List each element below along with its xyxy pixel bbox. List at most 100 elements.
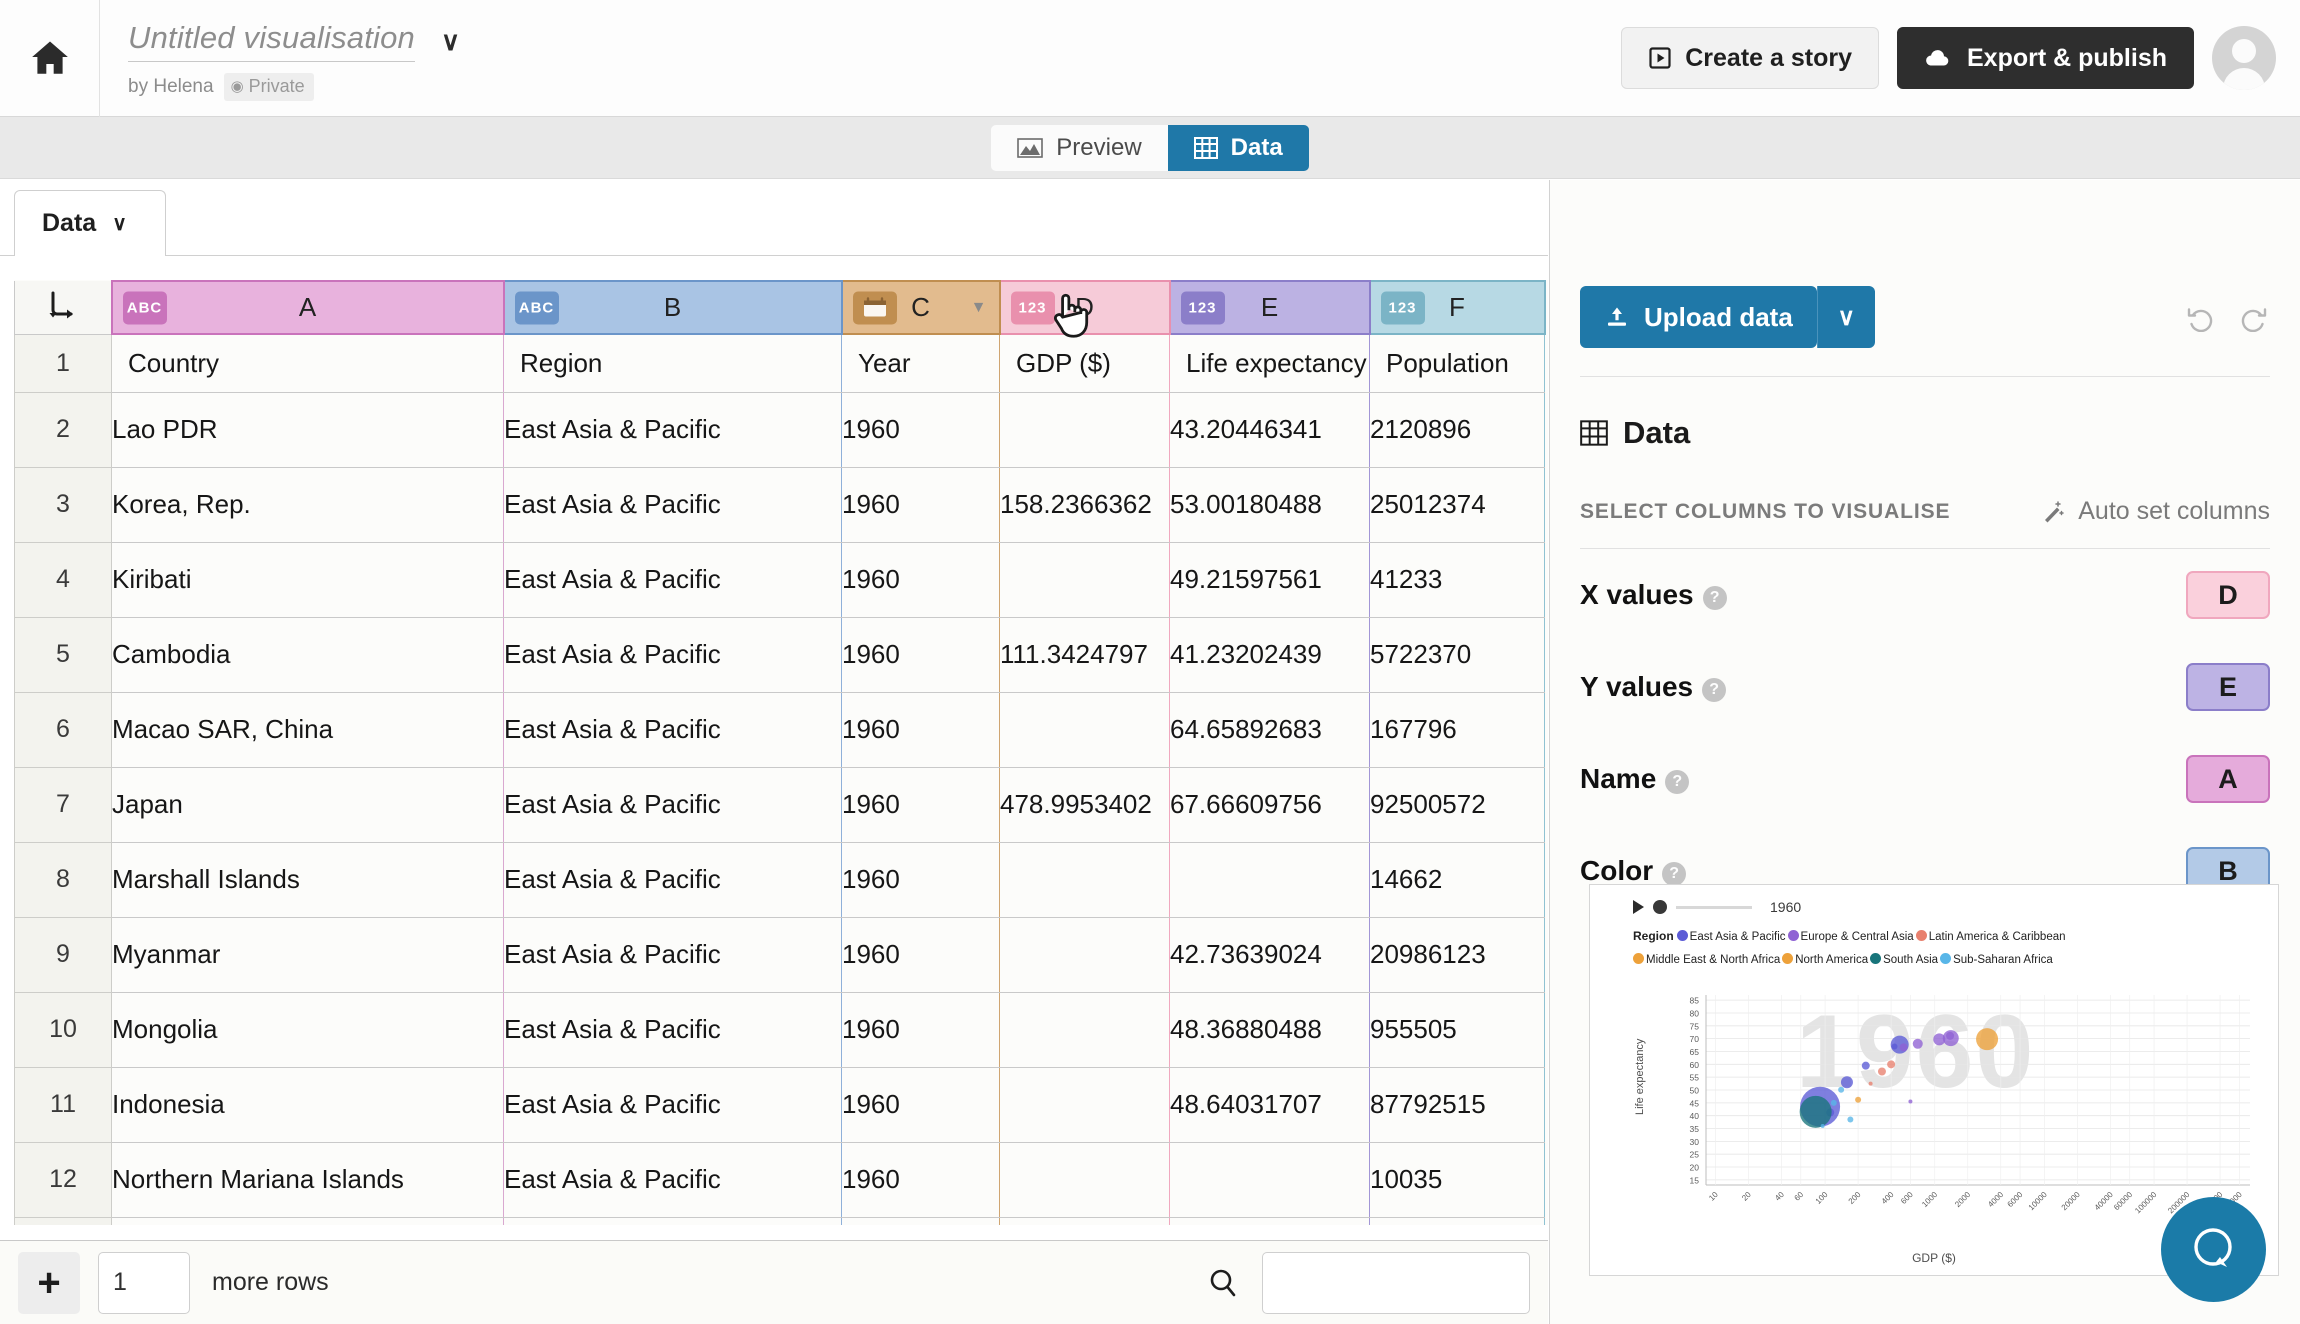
table-cell[interactable]: 3075605 <box>1369 1217 1545 1225</box>
play-icon[interactable] <box>1633 900 1644 914</box>
table-cell[interactable]: Hong Kong SAR, China <box>111 1217 504 1225</box>
table-cell[interactable]: 87792515 <box>1369 1067 1545 1143</box>
table-cell[interactable]: Japan <box>111 767 504 843</box>
scatter-point[interactable] <box>1820 1123 1825 1128</box>
title-menu-caret-icon[interactable]: ∨ <box>441 28 460 54</box>
table-cell[interactable]: East Asia & Pacific <box>503 392 842 468</box>
sheet-tab-data[interactable]: Data ∨ <box>14 190 166 256</box>
row-number[interactable]: 1 <box>14 333 112 393</box>
table-cell[interactable] <box>999 992 1170 1068</box>
table-cell[interactable]: 1960 <box>841 467 1000 543</box>
table-cell[interactable]: Kiribati <box>111 542 504 618</box>
add-rows-button[interactable]: + <box>18 1251 80 1314</box>
table-cell[interactable]: 1960 <box>841 1217 1000 1225</box>
row-number[interactable]: 3 <box>14 466 112 543</box>
undo-icon[interactable] <box>2184 302 2216 332</box>
table-cell[interactable]: 66.96168293 <box>1169 1217 1370 1225</box>
scatter-point[interactable] <box>1861 1061 1870 1070</box>
table-cell[interactable] <box>999 1067 1170 1143</box>
column-header-e[interactable]: 123 E <box>1168 280 1371 335</box>
column-name-cell[interactable]: Country <box>111 334 504 393</box>
column-name-cell[interactable]: Year <box>841 334 1000 393</box>
table-cell[interactable]: 478.9953402 <box>999 767 1170 843</box>
table-cell[interactable]: East Asia & Pacific <box>503 1067 842 1143</box>
table-cell[interactable]: East Asia & Pacific <box>503 1142 842 1218</box>
column-name-cell[interactable]: Population <box>1369 334 1545 393</box>
question-icon[interactable]: ? <box>1665 770 1690 794</box>
table-cell[interactable]: 1960 <box>841 617 1000 693</box>
table-cell[interactable]: 1960 <box>841 992 1000 1068</box>
create-story-button[interactable]: Create a story <box>1621 27 1879 89</box>
table-cell[interactable]: East Asia & Pacific <box>503 1217 842 1225</box>
spreadsheet[interactable]: ABC A ABC B C ▼ 123 D 123 E 123 F 1 Country Region Year… <box>14 280 1548 1225</box>
row-number[interactable]: 10 <box>14 991 112 1068</box>
table-cell[interactable]: Northern Mariana Islands <box>111 1142 504 1218</box>
table-cell[interactable]: Myanmar <box>111 917 504 993</box>
table-cell[interactable]: 41.23202439 <box>1169 617 1370 693</box>
table-cell[interactable]: 1960 <box>841 842 1000 918</box>
row-number[interactable]: 8 <box>14 841 112 918</box>
column-header-c[interactable]: C ▼ <box>840 280 1001 335</box>
legend-item[interactable]: South Asia <box>1870 953 1938 966</box>
table-cell[interactable] <box>999 842 1170 918</box>
mapping-column-chip[interactable]: D <box>2186 571 2270 619</box>
table-cell[interactable]: 53.00180488 <box>1169 467 1370 543</box>
table-cell[interactable]: 2120896 <box>1369 392 1545 468</box>
avatar[interactable] <box>2212 26 2276 90</box>
scatter-point[interactable] <box>1799 1095 1832 1128</box>
search-icon[interactable] <box>1206 1266 1240 1300</box>
scatter-point[interactable] <box>1847 1116 1854 1123</box>
table-cell[interactable]: 48.36880488 <box>1169 992 1370 1068</box>
timeline-knob[interactable] <box>1653 900 1667 914</box>
table-cell[interactable]: East Asia & Pacific <box>503 542 842 618</box>
column-menu-caret-icon[interactable]: ▼ <box>971 299 987 317</box>
column-header-f[interactable]: 123 F <box>1368 280 1546 335</box>
table-cell[interactable]: 167796 <box>1369 692 1545 768</box>
scatter-point[interactable] <box>1855 1096 1862 1103</box>
table-cell[interactable]: 429.4428744 <box>999 1217 1170 1225</box>
table-cell[interactable]: Indonesia <box>111 1067 504 1143</box>
search-input[interactable] <box>1262 1251 1530 1314</box>
scatter-point[interactable] <box>1877 1067 1886 1076</box>
tab-data[interactable]: Data <box>1167 124 1309 171</box>
scatter-point[interactable] <box>1899 1043 1908 1052</box>
table-cell[interactable]: 42.73639024 <box>1169 917 1370 993</box>
table-cell[interactable] <box>999 392 1170 468</box>
table-cell[interactable]: East Asia & Pacific <box>503 917 842 993</box>
help-chat-button[interactable] <box>2161 1197 2266 1302</box>
row-number[interactable]: 5 <box>14 616 112 693</box>
scatter-point[interactable] <box>1830 1099 1837 1106</box>
mapping-column-chip[interactable]: E <box>2186 663 2270 711</box>
timeline-track[interactable] <box>1676 905 1752 909</box>
auto-set-columns-button[interactable]: Auto set columns <box>2039 497 2270 526</box>
table-cell[interactable] <box>999 917 1170 993</box>
column-name-cell[interactable]: GDP ($) <box>999 334 1170 393</box>
table-cell[interactable] <box>999 692 1170 768</box>
row-number[interactable]: 11 <box>14 1066 112 1143</box>
row-number[interactable]: 6 <box>14 691 112 768</box>
sheet-tab-caret-icon[interactable]: ∨ <box>112 211 127 236</box>
table-cell[interactable]: 158.2366362 <box>999 467 1170 543</box>
scatter-point[interactable] <box>1838 1086 1845 1093</box>
scatter-point[interactable] <box>1840 1076 1853 1089</box>
table-cell[interactable]: 67.66609756 <box>1169 767 1370 843</box>
column-name-cell[interactable]: Life expectancy <box>1169 334 1370 393</box>
legend-item[interactable]: Middle East & North Africa <box>1633 953 1780 966</box>
row-number[interactable]: 13 <box>14 1216 112 1225</box>
legend-item[interactable]: Latin America & Caribbean <box>1915 930 2066 943</box>
question-icon[interactable]: ? <box>1702 678 1727 702</box>
table-cell[interactable]: Mongolia <box>111 992 504 1068</box>
table-cell[interactable]: 955505 <box>1369 992 1545 1068</box>
legend-item[interactable]: East Asia & Pacific <box>1676 930 1786 943</box>
table-cell[interactable]: East Asia & Pacific <box>503 692 842 768</box>
scatter-point[interactable] <box>1908 1099 1913 1104</box>
table-cell[interactable]: East Asia & Pacific <box>503 992 842 1068</box>
scatter-point[interactable] <box>1891 1043 1898 1050</box>
question-icon[interactable]: ? <box>1702 586 1727 610</box>
table-cell[interactable]: 1960 <box>841 917 1000 993</box>
scatter-point[interactable] <box>1933 1033 1946 1046</box>
row-number[interactable]: 2 <box>14 391 112 468</box>
table-cell[interactable]: East Asia & Pacific <box>503 767 842 843</box>
table-cell[interactable]: 1960 <box>841 1067 1000 1143</box>
table-cell[interactable] <box>999 542 1170 618</box>
